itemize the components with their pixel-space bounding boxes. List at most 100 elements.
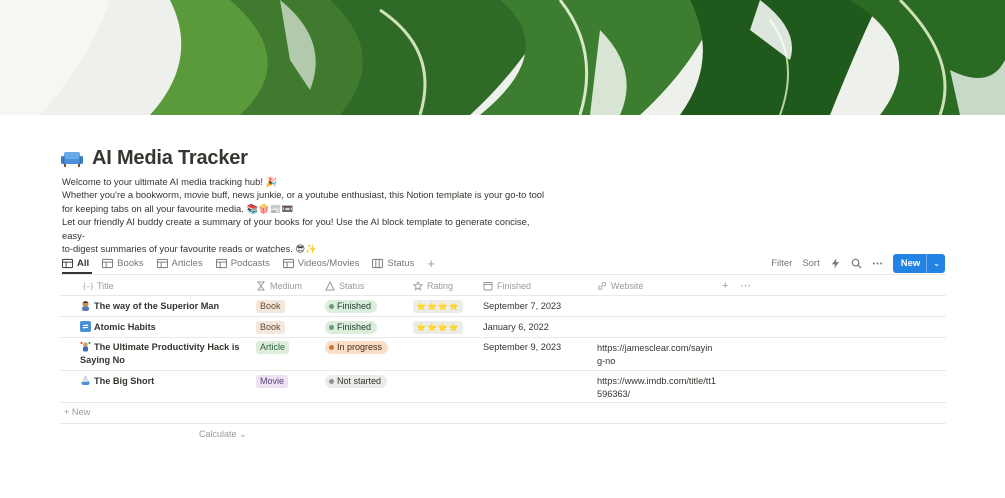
column-header-label: Rating (427, 281, 454, 291)
column-header-finished[interactable]: Finished (483, 279, 531, 293)
calendar-icon (483, 282, 493, 291)
rating-cell[interactable]: ⭐⭐⭐⭐ (413, 300, 463, 313)
automation-icon[interactable] (830, 257, 841, 269)
row-title-text: The Big Short (94, 376, 155, 386)
finished-cell[interactable]: September 7, 2023 (483, 301, 561, 311)
link-icon (597, 281, 607, 291)
tab-all[interactable]: All (62, 253, 89, 273)
page-description[interactable]: Welcome to your ultimate AI media tracki… (62, 175, 552, 255)
status-text: Finished (337, 322, 372, 332)
tab-podcasts[interactable]: Podcasts (215, 253, 270, 273)
star-icon (413, 281, 423, 291)
column-header-label: Title (97, 281, 114, 291)
column-header-website[interactable]: Website (597, 279, 643, 293)
chevron-down-icon[interactable]: ⌄ (933, 259, 940, 268)
table-icon (282, 258, 294, 268)
description-line: Let our friendly AI buddy create a summa… (62, 216, 530, 241)
couch-icon[interactable] (60, 146, 84, 170)
column-header-status[interactable]: Status (325, 279, 365, 293)
website-link[interactable]: https://jamesclear.com/saying-no (597, 342, 717, 368)
finished-cell[interactable]: September 9, 2023 (483, 342, 561, 352)
divider (60, 295, 946, 296)
new-button[interactable]: New ⌄ (892, 253, 945, 273)
new-button-label: New (900, 257, 921, 269)
hourglass-icon (257, 281, 265, 291)
medium-cell[interactable]: Article (256, 341, 290, 354)
status-dot (329, 379, 334, 384)
medium-cell[interactable]: Book (256, 321, 285, 334)
status-text: Not started (337, 376, 382, 386)
column-header-title[interactable]: (–) Title (83, 279, 114, 293)
tab-label: Articles (171, 257, 203, 269)
table-icon (156, 258, 168, 268)
tab-status[interactable]: Status (372, 253, 414, 273)
sailboat-icon (80, 375, 91, 386)
table-row-title[interactable]: The Big Short (80, 375, 240, 388)
status-badge: Finished (325, 300, 378, 313)
description-line: Whether you're a bookworm, movie buff, n… (62, 189, 545, 201)
tab-label: All (77, 257, 90, 269)
tab-label: Videos/Movies (297, 257, 360, 269)
page-header: AI Media Tracker (60, 146, 248, 170)
tab-videos-movies[interactable]: Videos/Movies (282, 253, 360, 273)
juggler-icon (80, 341, 91, 352)
search-icon[interactable] (851, 258, 862, 269)
website-link[interactable]: https://www.imdb.com/title/tt1596363/ (597, 375, 717, 401)
add-view-icon[interactable]: + (427, 257, 435, 270)
rating-stars: ⭐⭐⭐⭐ (413, 300, 463, 313)
more-options-icon[interactable] (872, 258, 883, 269)
medium-tag: Book (256, 321, 285, 334)
row-title-text: The Ultimate Productivity Hack is Saying… (80, 342, 240, 365)
text-property-icon: (–) (83, 282, 93, 291)
status-cell[interactable]: Finished (325, 321, 378, 334)
status-dot (329, 325, 334, 330)
calculate-button[interactable]: Calculate ⌄ (199, 429, 247, 440)
add-new-row-button[interactable]: + New (64, 407, 90, 417)
sort-button[interactable]: Sort (802, 258, 819, 269)
divider (60, 316, 946, 317)
status-badge: Finished (325, 321, 378, 334)
more-options-icon[interactable]: ⋯ (740, 279, 751, 293)
status-badge: Not started (325, 375, 388, 388)
database-views: All Books Articles Podcasts Videos/Movie… (62, 253, 435, 273)
medium-cell[interactable]: Movie (256, 375, 289, 388)
tab-books[interactable]: Books (102, 253, 144, 273)
table-row-title[interactable]: Atomic Habits (80, 321, 240, 334)
column-header-label: Finished (497, 281, 532, 291)
tab-label: Podcasts (230, 257, 270, 269)
column-header-label: Website (611, 281, 644, 291)
tab-label: Status (387, 257, 415, 269)
table-icon (62, 258, 73, 268)
table-icon (102, 258, 114, 268)
add-property-icon[interactable]: + (722, 279, 728, 293)
status-text: Finished (337, 301, 372, 311)
divider (60, 402, 946, 403)
column-header-medium[interactable]: Medium (256, 279, 302, 293)
status-cell[interactable]: Not started (325, 375, 388, 388)
medium-tag: Article (256, 341, 290, 354)
status-cell[interactable]: Finished (325, 300, 378, 313)
table-row-title[interactable]: The Ultimate Productivity Hack is Saying… (80, 341, 245, 367)
table-icon (215, 258, 227, 268)
rating-stars: ⭐⭐⭐⭐ (413, 321, 463, 334)
divider (60, 337, 946, 338)
table-row-title[interactable]: The way of the Superior Man (80, 300, 240, 313)
page-title[interactable]: AI Media Tracker (92, 147, 248, 170)
divider (60, 274, 946, 275)
row-title-text: The way of the Superior Man (94, 301, 220, 311)
tab-articles[interactable]: Articles (156, 253, 203, 273)
cover-image (0, 0, 1005, 115)
medium-tag: Movie (256, 375, 289, 388)
column-header-rating[interactable]: Rating (413, 279, 453, 293)
new-button-separator (926, 253, 928, 273)
status-cell[interactable]: In progress (325, 341, 389, 354)
column-header-label: Status (339, 281, 365, 291)
row-title-text: Atomic Habits (94, 322, 156, 332)
rating-cell[interactable]: ⭐⭐⭐⭐ (413, 321, 463, 334)
medium-cell[interactable]: Book (256, 300, 285, 313)
status-text: In progress (337, 342, 383, 352)
status-dot (329, 304, 334, 309)
filter-button[interactable]: Filter (771, 258, 792, 269)
finished-cell[interactable]: January 6, 2022 (483, 322, 549, 332)
divider (60, 423, 946, 424)
